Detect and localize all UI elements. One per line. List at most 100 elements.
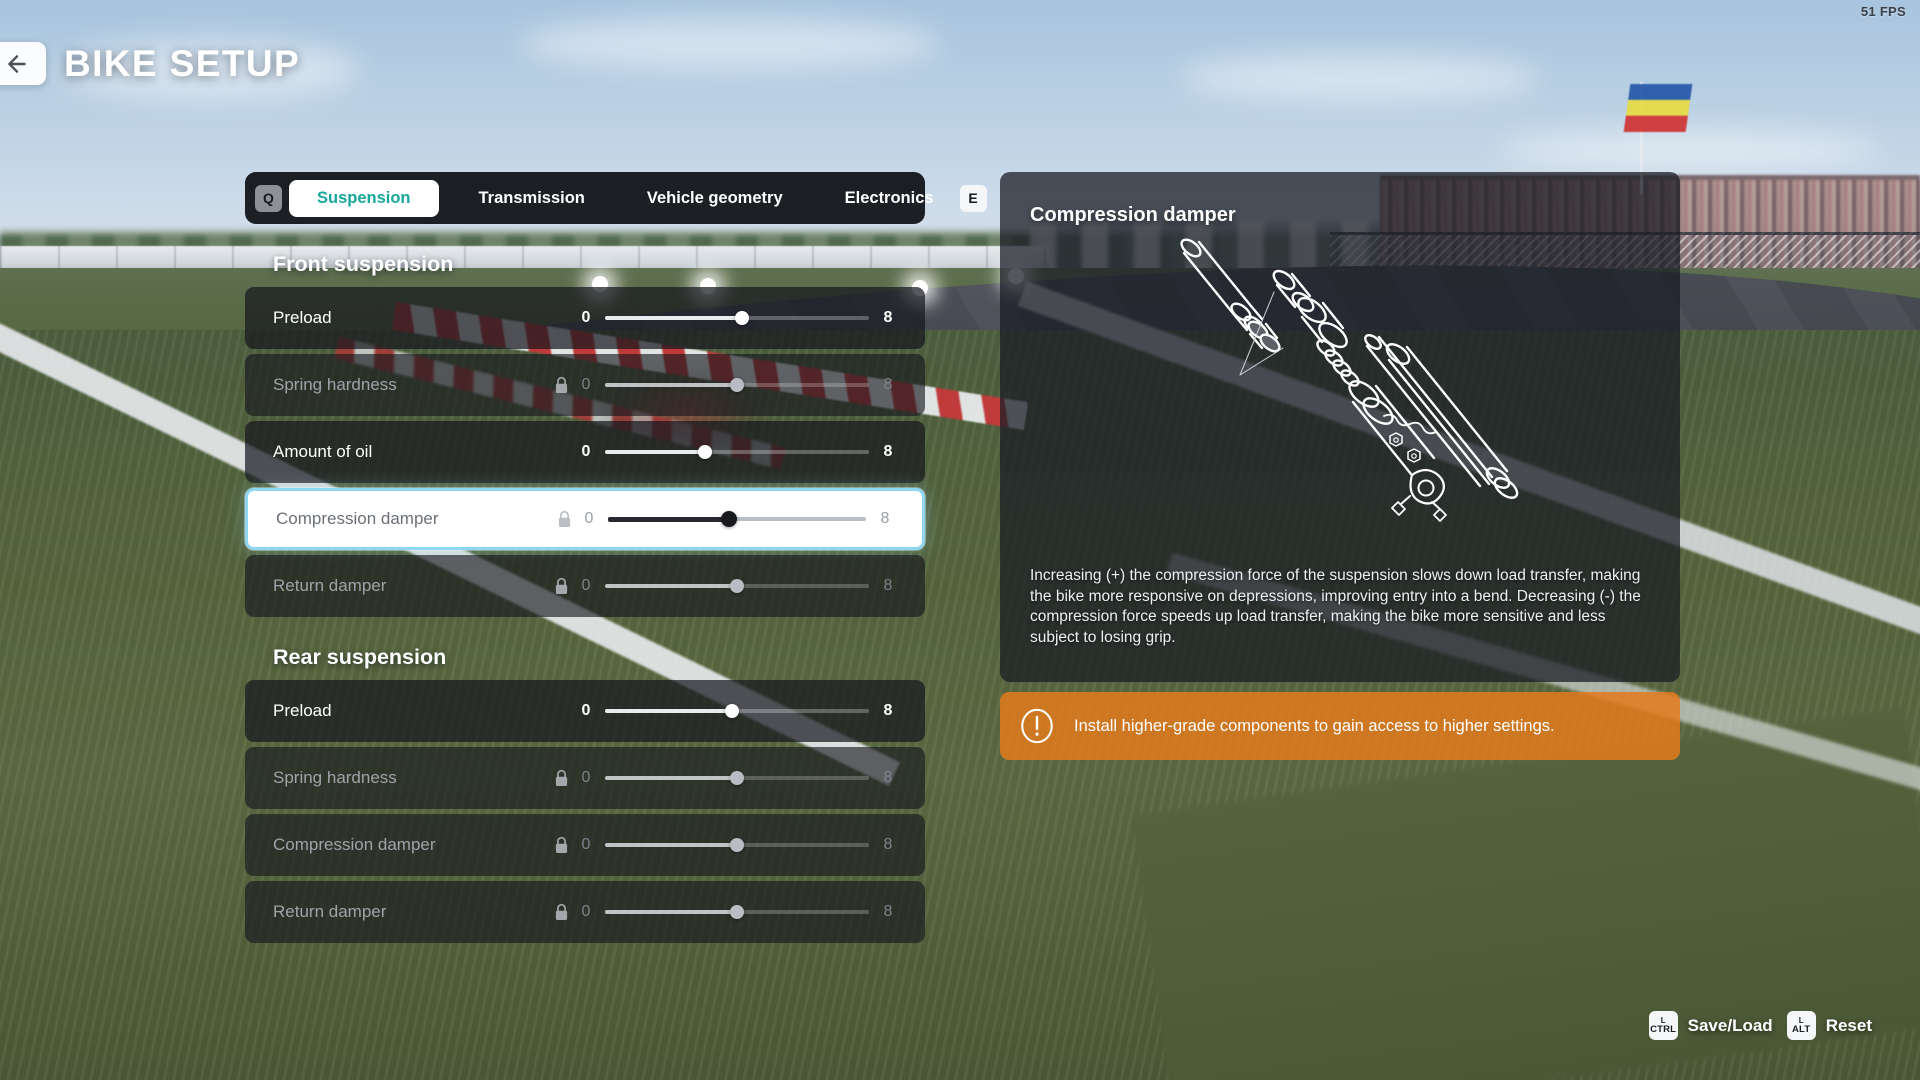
row-label: Spring hardness <box>273 768 397 787</box>
row-rear-return-damper[interactable]: Return damper 0 8 <box>245 881 925 943</box>
tab-suspension[interactable]: Suspension <box>289 179 439 217</box>
info-panel-description: Increasing (+) the compression force of … <box>1030 567 1641 646</box>
key-bottom-label: CTRL <box>1650 1023 1677 1035</box>
slider-min-value: 0 <box>581 702 591 719</box>
key-bottom-label: ALT <box>1792 1023 1811 1035</box>
lock-slot <box>546 510 582 528</box>
front-suspension-rows: Preload 0 8 Spring hardness 0 8 Amount o… <box>245 287 925 617</box>
slider-front-amount-of-oil[interactable]: 0 8 <box>579 443 895 461</box>
slider-knob[interactable] <box>724 704 739 718</box>
slider-track[interactable] <box>605 769 869 787</box>
hint-save-load[interactable]: L CTRL Save/Load <box>1648 1011 1773 1040</box>
slider-track[interactable] <box>605 577 869 595</box>
slider-rear-return-damper[interactable]: 0 8 <box>579 903 895 921</box>
lock-icon <box>555 769 567 786</box>
exclamation-circle-icon <box>1021 708 1053 744</box>
row-front-spring-hardness[interactable]: Spring hardness 0 8 <box>245 354 925 416</box>
row-front-amount-of-oil[interactable]: Amount of oil 0 8 <box>245 421 925 483</box>
slider-track[interactable] <box>605 702 869 720</box>
slider-min-value: 0 <box>581 376 591 393</box>
row-front-return-damper[interactable]: Return damper 0 8 <box>245 555 925 617</box>
prev-tab-key-hint[interactable]: Q <box>255 184 282 212</box>
slider-knob[interactable] <box>730 838 744 852</box>
slider-min-value: 0 <box>581 836 591 853</box>
slider-front-compression-damper[interactable]: 0 8 <box>582 510 892 528</box>
slider-knob[interactable] <box>730 579 744 593</box>
key-left-ctrl[interactable]: L CTRL <box>1648 1011 1678 1040</box>
slider-max-value: 8 <box>880 510 890 527</box>
section-title-rear-suspension: Rear suspension <box>273 645 447 669</box>
slider-track[interactable] <box>605 836 869 854</box>
slider-knob[interactable] <box>698 445 713 459</box>
fps-counter: 51 FPS <box>1860 4 1906 19</box>
slider-rear-compression-damper[interactable]: 0 8 <box>579 836 895 854</box>
tab-transmission[interactable]: Transmission <box>461 181 603 216</box>
section-title-front-suspension: Front suspension <box>273 252 454 276</box>
next-tab-key-hint[interactable]: E <box>959 184 987 212</box>
cloud <box>1180 55 1540 101</box>
slider-knob[interactable] <box>730 905 744 919</box>
slider-max-value: 8 <box>883 309 893 326</box>
hint-label-reset: Reset <box>1825 1015 1872 1035</box>
row-rear-spring-hardness[interactable]: Spring hardness 0 8 <box>245 747 925 809</box>
info-panel: Compression damper Increasing (+) the co… <box>1000 172 1680 682</box>
hint-reset[interactable]: L ALT Reset <box>1786 1011 1872 1040</box>
row-label: Preload <box>273 701 332 720</box>
slider-track[interactable] <box>605 903 869 921</box>
slider-knob[interactable] <box>730 771 744 785</box>
slider-rear-spring-hardness[interactable]: 0 8 <box>579 769 895 787</box>
slider-max-value: 8 <box>883 577 893 594</box>
row-label: Compression damper <box>276 509 439 528</box>
tab-electronics[interactable]: Electronics <box>827 181 952 216</box>
row-label: Compression damper <box>273 835 436 854</box>
row-label: Amount of oil <box>273 442 373 461</box>
row-label: Preload <box>273 308 332 327</box>
slider-track[interactable] <box>605 443 869 461</box>
lock-icon <box>555 577 567 594</box>
slider-track[interactable] <box>605 376 869 394</box>
key-left-alt[interactable]: L ALT <box>1786 1011 1816 1040</box>
slider-front-return-damper[interactable]: 0 8 <box>579 577 895 595</box>
slider-front-preload[interactable]: 0 8 <box>579 309 895 327</box>
slider-max-value: 8 <box>883 903 893 920</box>
slider-track-fill <box>608 516 730 522</box>
lock-slot <box>543 769 579 787</box>
lock-icon <box>555 836 567 853</box>
slider-max-value: 8 <box>883 702 893 719</box>
warning-text: Install higher-grade components to gain … <box>1074 716 1555 735</box>
row-label: Return damper <box>273 902 387 921</box>
slider-rear-preload[interactable]: 0 8 <box>579 702 895 720</box>
row-front-compression-damper[interactable]: Compression damper 0 8 <box>245 488 925 550</box>
row-rear-preload[interactable]: Preload 0 8 <box>245 680 925 742</box>
cloud <box>1500 130 1880 170</box>
slider-track-fill <box>605 843 737 847</box>
slider-min-value: 0 <box>581 309 591 326</box>
slider-min-value: 0 <box>581 443 591 460</box>
slider-min-value: 0 <box>581 577 591 594</box>
info-panel-title: Compression damper <box>1030 204 1236 226</box>
slider-front-spring-hardness[interactable]: 0 8 <box>579 376 895 394</box>
slider-track[interactable] <box>605 309 869 327</box>
slider-knob[interactable] <box>730 378 744 392</box>
back-button[interactable] <box>0 42 46 85</box>
slider-track[interactable] <box>608 510 866 528</box>
row-label: Return damper <box>273 576 387 595</box>
slider-knob[interactable] <box>735 311 750 325</box>
page-header: BIKE SETUP <box>0 42 300 85</box>
arrow-left-icon <box>8 54 26 73</box>
flag <box>1623 84 1693 132</box>
lock-slot <box>543 577 579 595</box>
slider-knob[interactable] <box>721 511 738 527</box>
lock-slot <box>543 836 579 854</box>
hint-label-save-load: Save/Load <box>1687 1015 1773 1035</box>
tab-vehicle-geometry[interactable]: Vehicle geometry <box>629 181 801 216</box>
lock-slot <box>543 376 579 394</box>
lock-icon <box>555 903 567 920</box>
category-tabbar: Q Suspension Transmission Vehicle geomet… <box>245 172 987 224</box>
row-rear-compression-damper[interactable]: Compression damper 0 8 <box>245 814 925 876</box>
lock-icon <box>555 376 567 393</box>
lock-slot <box>543 903 579 921</box>
page-title: BIKE SETUP <box>64 42 301 84</box>
slider-max-value: 8 <box>883 769 893 786</box>
row-front-preload[interactable]: Preload 0 8 <box>245 287 925 349</box>
